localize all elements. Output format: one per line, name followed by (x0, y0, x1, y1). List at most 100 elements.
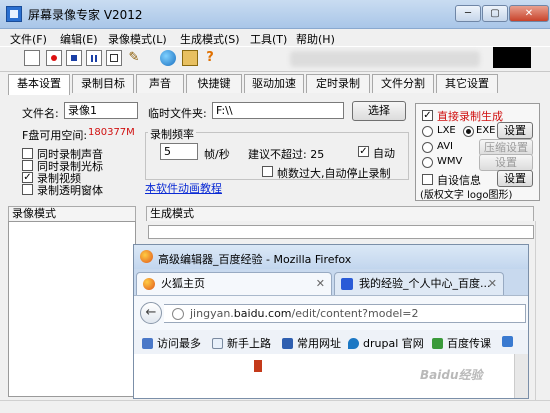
menu-record-mode[interactable]: 录像模式(L) (108, 31, 167, 47)
record-cursor-checkbox[interactable] (22, 160, 33, 171)
tab-sound[interactable]: 声音 (136, 74, 184, 93)
firefox-tabs: 火狐主页 ✕ 我的经验_个人中心_百度... ✕ (134, 269, 528, 295)
tab-generate-mode[interactable]: 生成模式 (146, 206, 534, 221)
close-tab-icon[interactable]: ✕ (316, 273, 325, 294)
select-folder-button[interactable]: 选择 (352, 101, 406, 121)
firefox-scrollbar[interactable] (514, 354, 528, 398)
menu-tools[interactable]: 工具(T) (250, 31, 287, 47)
firefox-tab-icon (143, 278, 155, 290)
auto-label: 自动 (373, 147, 395, 160)
firefox-tab-experience[interactable]: 我的经验_个人中心_百度... ✕ (334, 272, 504, 295)
custom-info-settings-button[interactable]: 设置 (497, 170, 533, 187)
exe-settings-button[interactable]: 设置 (497, 122, 533, 139)
bookmark-drupal[interactable]: drupal 官网 (348, 335, 424, 351)
help-icon[interactable]: ? (202, 50, 218, 66)
avi-label: AVI (437, 141, 453, 152)
toolbar: ✎ ? (0, 46, 550, 72)
url-text: jingyan.baidu.com/edit/content?model=2 (190, 307, 419, 320)
firefox-tab-home-label: 火狐主页 (161, 277, 205, 290)
app-icon (6, 6, 22, 22)
record-transparent-checkbox[interactable] (22, 184, 33, 195)
pause-icon[interactable] (86, 50, 102, 66)
bookmark-more[interactable] (502, 335, 517, 348)
folder-icon (282, 338, 293, 349)
lxe-label: LXE (437, 125, 456, 136)
tab-other-settings[interactable]: 其它设置 (436, 74, 498, 93)
disk-space-value: 180377M (88, 127, 135, 138)
tab-basic-settings[interactable]: 基本设置 (8, 74, 70, 95)
url-bar[interactable]: jingyan.baidu.com/edit/content?model=2 (164, 304, 526, 323)
tab-driver-accel[interactable]: 驱动加速 (244, 74, 304, 93)
minimize-button[interactable]: ─ (455, 5, 481, 22)
back-arrow-icon[interactable]: ← (140, 302, 162, 324)
framerate-input[interactable]: 5 (160, 143, 198, 160)
menu-file[interactable]: 文件(F) (10, 31, 47, 47)
close-button[interactable]: ✕ (509, 5, 549, 22)
stop-icon[interactable] (66, 50, 82, 66)
record-icon[interactable] (46, 50, 62, 66)
firefox-tab-home[interactable]: 火狐主页 ✕ (136, 272, 332, 295)
tab-scheduled-record[interactable]: 定时录制 (306, 74, 370, 93)
tab-record-mode[interactable]: 录像模式 (8, 206, 136, 221)
copyright-note: (版权文字 logo图形) (420, 190, 513, 201)
auto-stop-checkbox[interactable] (262, 166, 273, 177)
auto-checkbox[interactable]: ✓ (358, 146, 369, 157)
bookmark-icon (142, 338, 153, 349)
content-fragment (254, 360, 262, 372)
chuanke-icon (432, 338, 443, 349)
wmv-label: WMV (437, 156, 463, 167)
avi-radio[interactable] (422, 142, 433, 153)
bookmark-getting-started[interactable]: 新手上路 (212, 335, 271, 351)
menu-edit[interactable]: 编辑(E) (60, 31, 98, 47)
blurred-region (290, 51, 480, 67)
drupal-icon (348, 338, 359, 349)
record-sound-checkbox[interactable] (22, 148, 33, 159)
menu-bar: 文件(F) 编辑(E) 录像模式(L) 生成模式(S) 工具(T) 帮助(H) (0, 29, 550, 46)
custom-info-checkbox[interactable] (422, 174, 433, 185)
filename-input[interactable]: 录像1 (64, 102, 138, 119)
vertical-scrollbar[interactable] (535, 221, 549, 401)
lxe-radio[interactable] (422, 126, 433, 137)
menu-help[interactable]: 帮助(H) (296, 31, 335, 47)
preview-bar (148, 225, 534, 239)
title-bar: 屏幕录像专家 V2012 ─ ▢ ✕ (0, 0, 550, 29)
suggest-label: 建议不超过: 25 (248, 148, 325, 161)
tab-record-target[interactable]: 录制目标 (72, 74, 134, 93)
globe-icon[interactable] (160, 50, 176, 66)
file-list-pane[interactable] (8, 221, 136, 397)
status-bar (0, 400, 550, 413)
bookmark-more-icon (502, 336, 513, 347)
firefox-nav-bar: ← jingyan.baidu.com/edit/content?model=2 (134, 295, 528, 331)
maximize-button[interactable]: ▢ (482, 5, 508, 22)
tab-file-split[interactable]: 文件分割 (372, 74, 434, 93)
direct-generate-checkbox[interactable]: ✓ (422, 110, 433, 121)
bookmark-common-sites[interactable]: 常用网址 (282, 335, 341, 351)
bookmark-most-visited[interactable]: 访问最多 (142, 335, 201, 351)
frame-icon[interactable] (106, 50, 122, 66)
firefox-tab-experience-label: 我的经验_个人中心_百度... (359, 277, 491, 290)
firefox-title-bar: 高级编辑器_百度经验 - Mozilla Firefox (134, 245, 528, 269)
tempfolder-label: 临时文件夹: (148, 107, 207, 120)
filename-label: 文件名: (22, 107, 59, 120)
wmv-settings-button[interactable]: 设置 (479, 154, 533, 171)
close-tab-icon[interactable]: ✕ (488, 273, 497, 294)
exe-label: EXE (476, 125, 496, 136)
tab-hotkeys[interactable]: 快捷键 (186, 74, 242, 93)
auto-stop-label: 帧数过大,自动停止录制 (277, 167, 391, 180)
wmv-radio[interactable] (422, 157, 433, 168)
tutorial-link[interactable]: 本软件动画教程 (145, 180, 222, 196)
bookmark-baidu-chuanke[interactable]: 百度传课 (432, 335, 491, 351)
settings-tabs: 基本设置 录制目标 声音 快捷键 驱动加速 定时录制 文件分割 其它设置 (8, 74, 504, 95)
menu-generate-mode[interactable]: 生成模式(S) (180, 31, 240, 47)
baidu-watermark: Baidu经验 (420, 368, 483, 382)
black-block (493, 47, 531, 68)
record-video-checkbox[interactable]: ✓ (22, 172, 33, 183)
firefox-logo-icon (140, 250, 153, 263)
new-document-icon[interactable] (24, 50, 40, 66)
film-icon[interactable] (182, 50, 198, 66)
tempfolder-input[interactable]: F:\\ (212, 102, 344, 119)
record-transparent-label: 录制透明窗体 (37, 184, 103, 197)
exe-radio[interactable] (463, 126, 474, 137)
pen-icon[interactable]: ✎ (126, 50, 142, 66)
page-icon (212, 338, 223, 349)
